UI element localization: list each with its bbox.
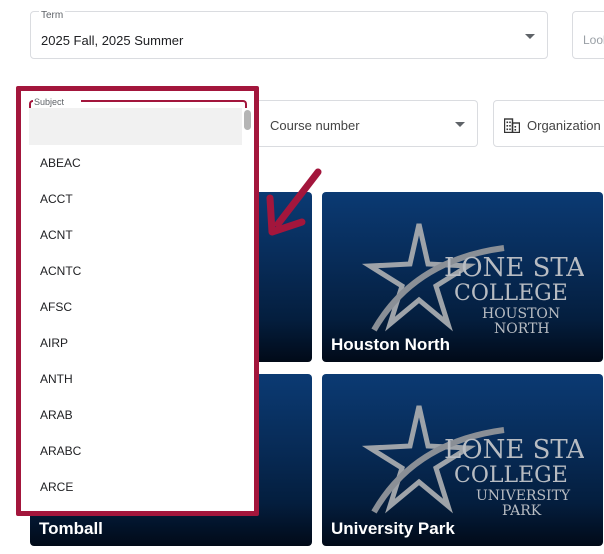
subject-label: Subject	[34, 97, 65, 107]
annotation-arrow-icon	[266, 168, 322, 236]
campus-name: Tomball	[39, 519, 103, 538]
logo-line1: LONE STAR	[444, 435, 584, 465]
logo-line1: LONE STAR	[444, 253, 584, 283]
lookup-placeholder: Lool	[583, 33, 604, 47]
chevron-down-icon	[455, 122, 465, 127]
subject-option[interactable]: AIRP	[21, 325, 247, 361]
term-select[interactable]: Term 2025 Fall, 2025 Summer	[30, 11, 548, 59]
subject-option[interactable]: ACCT	[21, 181, 247, 217]
logo-sub1: HOUSTON	[482, 306, 560, 322]
subject-search-input[interactable]	[29, 108, 242, 145]
subject-option[interactable]: ACNTC	[21, 253, 247, 289]
lookup-input[interactable]: Lool	[572, 11, 604, 59]
lone-star-college-logo: LONE STAR COLLEGE HOUSTON NORTH	[361, 223, 584, 337]
organization-filter[interactable]: Organization	[493, 100, 604, 147]
term-value: 2025 Fall, 2025 Summer	[41, 33, 184, 48]
campus-card-houston-north[interactable]: LONE STAR COLLEGE HOUSTON NORTH Houston …	[322, 192, 603, 362]
campus-card-university-park[interactable]: LONE STAR COLLEGE UNIVERSITY PARK Univer…	[322, 374, 603, 546]
chevron-down-icon	[525, 34, 535, 39]
subject-option[interactable]: ABEAC	[21, 145, 247, 181]
campus-name: Houston North	[331, 335, 450, 354]
course-number-select[interactable]: Course number	[258, 100, 478, 147]
scrollbar[interactable]	[244, 110, 251, 130]
term-label: Term	[39, 10, 66, 21]
subject-highlight-frame: Subject ABEAC ACCT ACNT ACNTC AFSC AIRP ANTH AR…	[16, 86, 259, 516]
subject-dropdown[interactable]: Subject ABEAC ACCT ACNT ACNTC AFSC AIRP ANTH AR…	[21, 91, 254, 511]
subject-option[interactable]: ANTH	[21, 361, 247, 397]
building-icon	[504, 118, 520, 133]
logo-sub1: UNIVERSITY	[476, 488, 571, 504]
course-number-placeholder: Course number	[270, 118, 360, 133]
logo-sub2: NORTH	[494, 321, 550, 337]
subject-option[interactable]: ARCE	[21, 469, 247, 505]
logo-line2: COLLEGE	[454, 463, 568, 488]
lone-star-college-logo: LONE STAR COLLEGE UNIVERSITY PARK	[361, 405, 584, 519]
subject-option[interactable]: AFSC	[21, 289, 247, 325]
organization-label: Organization	[527, 118, 601, 133]
logo-line2: COLLEGE	[454, 281, 568, 306]
subject-options-list: ABEAC ACCT ACNT ACNTC AFSC AIRP ANTH ARAB ARABC A…	[21, 145, 247, 505]
campus-name: University Park	[331, 519, 455, 538]
subject-option[interactable]: ARAB	[21, 397, 247, 433]
subject-option[interactable]: ARABC	[21, 433, 247, 469]
subject-option[interactable]: ACNT	[21, 217, 247, 253]
logo-sub2: PARK	[502, 503, 542, 519]
